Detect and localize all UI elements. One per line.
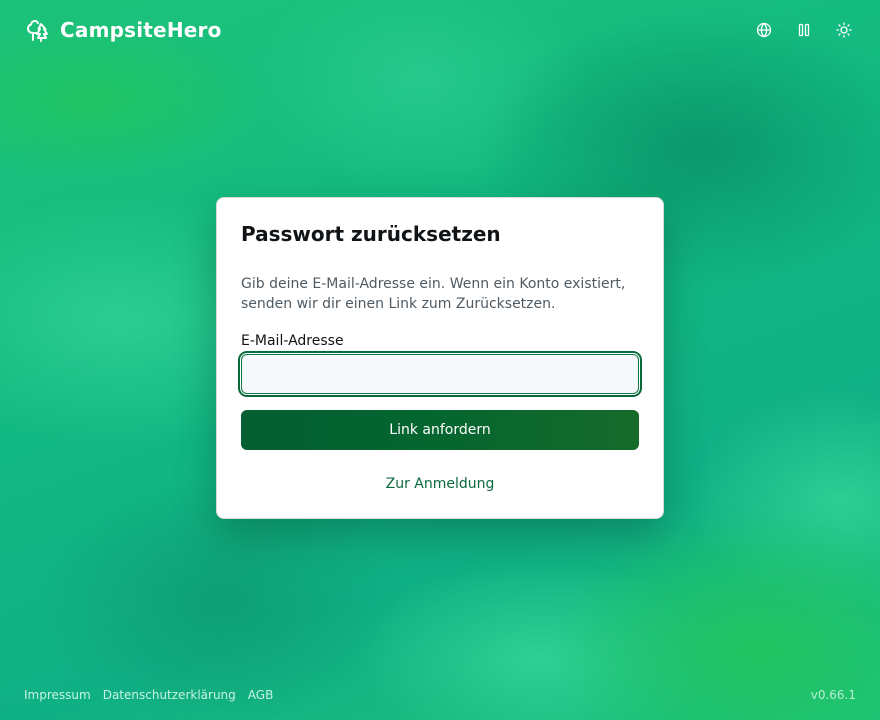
globe-icon[interactable] — [752, 18, 776, 42]
brand-name: CampsiteHero — [60, 18, 222, 42]
email-input[interactable] — [238, 351, 642, 397]
back-to-login-link[interactable]: Zur Anmeldung — [217, 476, 663, 492]
brand[interactable]: CampsiteHero — [24, 16, 222, 44]
card-title: Passwort zurücksetzen — [241, 222, 501, 246]
footer-link-agb[interactable]: AGB — [248, 688, 274, 702]
card-description: Gib deine E-Mail-Adresse ein. Wenn ein K… — [241, 276, 626, 312]
footer-link-datenschutz[interactable]: Datenschutzerklärung — [103, 688, 236, 702]
reset-password-card: Passwort zurücksetzen Gib deine E-Mail-A… — [216, 197, 664, 519]
pause-icon[interactable] — [792, 18, 816, 42]
footer-link-impressum[interactable]: Impressum — [24, 688, 91, 702]
trees-icon — [24, 16, 52, 44]
footer-links: Impressum Datenschutzerklärung AGB — [24, 688, 273, 702]
sun-icon[interactable] — [832, 18, 856, 42]
header-actions — [752, 18, 856, 42]
request-link-button[interactable]: Link anfordern — [241, 410, 639, 450]
version-label: v0.66.1 — [810, 688, 856, 702]
top-bar: CampsiteHero — [0, 0, 880, 60]
email-label: E-Mail-Adresse — [241, 333, 344, 349]
